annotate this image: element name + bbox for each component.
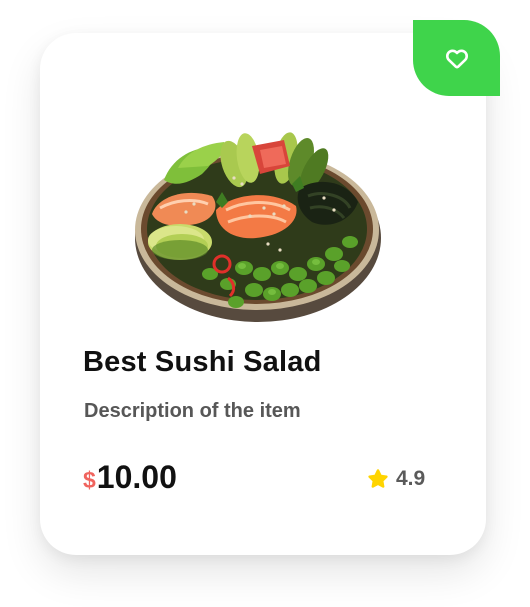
price-currency: $ bbox=[83, 467, 96, 493]
product-description: Description of the item bbox=[84, 400, 301, 422]
product-title: Best Sushi Salad bbox=[83, 346, 322, 378]
star-icon bbox=[368, 469, 388, 488]
product-rating: 4.9 bbox=[366, 467, 425, 491]
price-amount: 10.00 bbox=[96, 459, 177, 495]
rating-value: 4.9 bbox=[396, 467, 426, 490]
product-card[interactable]: Best Sushi Salad Description of the item… bbox=[40, 20, 500, 555]
heart-icon bbox=[445, 49, 468, 69]
product-price: $10.00 bbox=[83, 461, 177, 493]
favorite-button[interactable] bbox=[413, 20, 500, 96]
sushi-salad-image bbox=[135, 132, 381, 322]
